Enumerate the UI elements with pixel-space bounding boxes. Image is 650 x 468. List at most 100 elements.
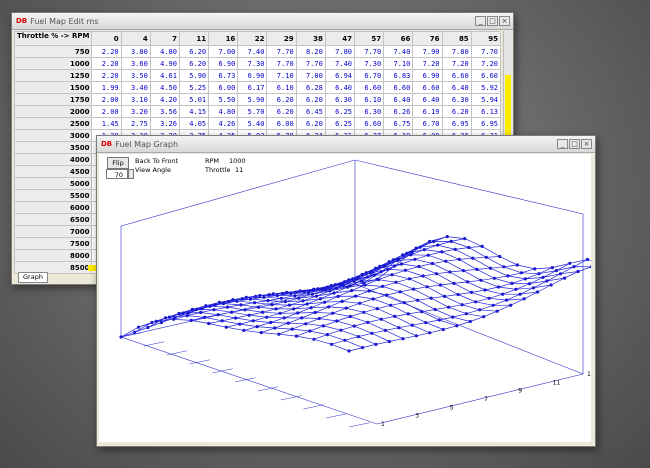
fuel-cell[interactable]: 7.70 xyxy=(266,57,297,70)
fuel-cell[interactable]: 5.25 xyxy=(178,81,210,94)
fuel-cell[interactable]: 6.90 xyxy=(412,69,443,82)
fuel-cell[interactable]: 6.00 xyxy=(208,81,239,94)
fuel-cell[interactable]: 6.94 xyxy=(324,69,356,82)
fuel-cell[interactable]: 5.90 xyxy=(237,93,268,106)
fuel-cell[interactable]: 5.90 xyxy=(178,69,210,82)
fuel-cell[interactable]: 5.94 xyxy=(470,93,501,106)
fuel-cell[interactable]: 6.70 xyxy=(353,69,385,82)
fuel-cell[interactable]: 6.90 xyxy=(208,57,239,70)
fuel-cell[interactable]: 4.26 xyxy=(208,117,239,130)
fuel-cell[interactable]: 7.70 xyxy=(353,45,385,58)
fuel-cell[interactable]: 3.56 xyxy=(149,105,180,118)
fuel-cell[interactable]: 6.28 xyxy=(295,81,326,94)
fuel-cell[interactable]: 6.95 xyxy=(470,117,501,130)
fuel-cell[interactable]: 7.20 xyxy=(412,57,443,70)
surface-plot[interactable]: 135791113 xyxy=(99,154,591,442)
fuel-cell[interactable]: 3.26 xyxy=(149,117,180,130)
fuel-cell[interactable]: 4.80 xyxy=(149,45,180,58)
fuel-cell[interactable]: 7.70 xyxy=(295,57,326,70)
fuel-cell[interactable]: 7.00 xyxy=(208,45,239,58)
fuel-cell[interactable]: 2.20 xyxy=(91,57,122,70)
fuel-cell[interactable]: 3.20 xyxy=(120,105,151,118)
fuel-cell[interactable]: 6.60 xyxy=(383,81,414,94)
maximize-icon[interactable]: □ xyxy=(487,16,498,26)
fuel-cell[interactable]: 6.40 xyxy=(383,93,414,106)
fuel-cell[interactable]: 7.20 xyxy=(470,57,501,70)
fuel-cell[interactable]: 6.26 xyxy=(383,105,414,118)
fuel-cell[interactable]: 6.25 xyxy=(324,105,356,118)
fuel-cell[interactable]: 6.40 xyxy=(412,93,443,106)
fuel-cell[interactable]: 6.20 xyxy=(178,57,210,70)
fuel-cell[interactable]: 6.45 xyxy=(295,105,326,118)
graph-canvas[interactable]: Flip Back To Front View Angle 70 RPM 100… xyxy=(99,154,591,442)
fuel-cell[interactable]: 3.40 xyxy=(120,81,151,94)
fuel-cell[interactable]: 4.80 xyxy=(208,105,239,118)
minimize-icon[interactable]: _ xyxy=(557,139,568,149)
fuel-cell[interactable]: 5.40 xyxy=(237,117,268,130)
fuel-cell[interactable]: 6.73 xyxy=(208,69,239,82)
fuel-cell[interactable]: 2.75 xyxy=(120,117,151,130)
fuel-cell[interactable]: 6.10 xyxy=(353,93,385,106)
fuel-cell[interactable]: 7.40 xyxy=(237,45,268,58)
fuel-cell[interactable]: 6.90 xyxy=(237,69,268,82)
fuel-cell[interactable]: 5.70 xyxy=(237,105,268,118)
fuel-cell[interactable]: 6.20 xyxy=(266,93,297,106)
fuel-cell[interactable]: 6.30 xyxy=(324,93,356,106)
fuel-cell[interactable]: 5.92 xyxy=(470,81,501,94)
fuel-cell[interactable]: 7.80 xyxy=(441,45,472,58)
fuel-cell[interactable]: 6.60 xyxy=(353,81,385,94)
fuel-cell[interactable]: 6.40 xyxy=(441,81,472,94)
fuel-cell[interactable]: 7.30 xyxy=(237,57,268,70)
fuel-cell[interactable]: 7.10 xyxy=(383,57,414,70)
close-icon[interactable]: × xyxy=(581,139,592,149)
fuel-cell[interactable]: 1.99 xyxy=(91,81,122,94)
fuel-cell[interactable]: 3.60 xyxy=(120,57,151,70)
fuel-cell[interactable]: 6.20 xyxy=(178,45,210,58)
minimize-icon[interactable]: _ xyxy=(475,16,486,26)
fuel-cell[interactable]: 4.61 xyxy=(149,69,180,82)
fuel-cell[interactable]: 6.00 xyxy=(266,117,297,130)
fuel-cell[interactable]: 6.19 xyxy=(412,105,443,118)
fuel-cell[interactable]: 3.80 xyxy=(120,45,151,58)
fuel-cell[interactable]: 6.60 xyxy=(353,117,385,130)
fuel-cell[interactable]: 6.20 xyxy=(295,93,326,106)
fuel-cell[interactable]: 5.01 xyxy=(178,93,210,106)
graph-window-titlebar[interactable]: DB Fuel Map Graph _ □ × xyxy=(97,136,595,153)
fuel-cell[interactable]: 4.15 xyxy=(178,105,210,118)
fuel-cell[interactable]: 1.45 xyxy=(91,117,122,130)
fuel-cell[interactable]: 6.60 xyxy=(441,69,472,82)
fuel-cell[interactable]: 6.20 xyxy=(266,105,297,118)
fuel-cell[interactable]: 6.30 xyxy=(353,105,385,118)
fuel-cell[interactable]: 7.70 xyxy=(470,45,501,58)
fuel-cell[interactable]: 7.90 xyxy=(412,45,443,58)
fuel-cell[interactable]: 3.50 xyxy=(120,69,151,82)
fuel-cell[interactable]: 2.00 xyxy=(91,105,122,118)
fuel-cell[interactable]: 6.17 xyxy=(237,81,268,94)
fuel-cell[interactable]: 6.20 xyxy=(441,105,472,118)
fuel-cell[interactable]: 6.30 xyxy=(441,93,472,106)
fuel-cell[interactable]: 6.10 xyxy=(266,81,297,94)
fuel-cell[interactable]: 4.90 xyxy=(149,57,180,70)
fuel-cell[interactable]: 6.60 xyxy=(412,81,443,94)
fuel-cell[interactable]: 3.10 xyxy=(120,93,151,106)
fuel-cell[interactable]: 6.25 xyxy=(324,117,356,130)
fuel-cell[interactable]: 4.20 xyxy=(149,93,180,106)
fuel-cell[interactable]: 4.50 xyxy=(149,81,180,94)
fuel-cell[interactable]: 7.30 xyxy=(353,57,385,70)
fuel-cell[interactable]: 7.10 xyxy=(266,69,297,82)
fuel-cell[interactable]: 6.70 xyxy=(412,117,443,130)
fuel-cell[interactable]: 7.00 xyxy=(295,69,326,82)
fuel-cell[interactable]: 6.60 xyxy=(470,69,501,82)
fuel-cell[interactable]: 7.40 xyxy=(383,45,414,58)
maximize-icon[interactable]: □ xyxy=(569,139,580,149)
fuel-cell[interactable]: 6.75 xyxy=(383,117,414,130)
fuel-cell[interactable]: 7.40 xyxy=(324,57,356,70)
fuel-cell[interactable]: 6.95 xyxy=(441,117,472,130)
fuel-cell[interactable]: 4.05 xyxy=(178,117,210,130)
fuel-cell[interactable]: 2.20 xyxy=(91,45,122,58)
fuel-cell[interactable]: 5.50 xyxy=(208,93,239,106)
close-icon[interactable]: × xyxy=(499,16,510,26)
fuel-cell[interactable]: 6.40 xyxy=(324,81,356,94)
tab-graph[interactable]: Graph xyxy=(18,272,48,283)
fuel-cell[interactable]: 6.83 xyxy=(383,69,414,82)
